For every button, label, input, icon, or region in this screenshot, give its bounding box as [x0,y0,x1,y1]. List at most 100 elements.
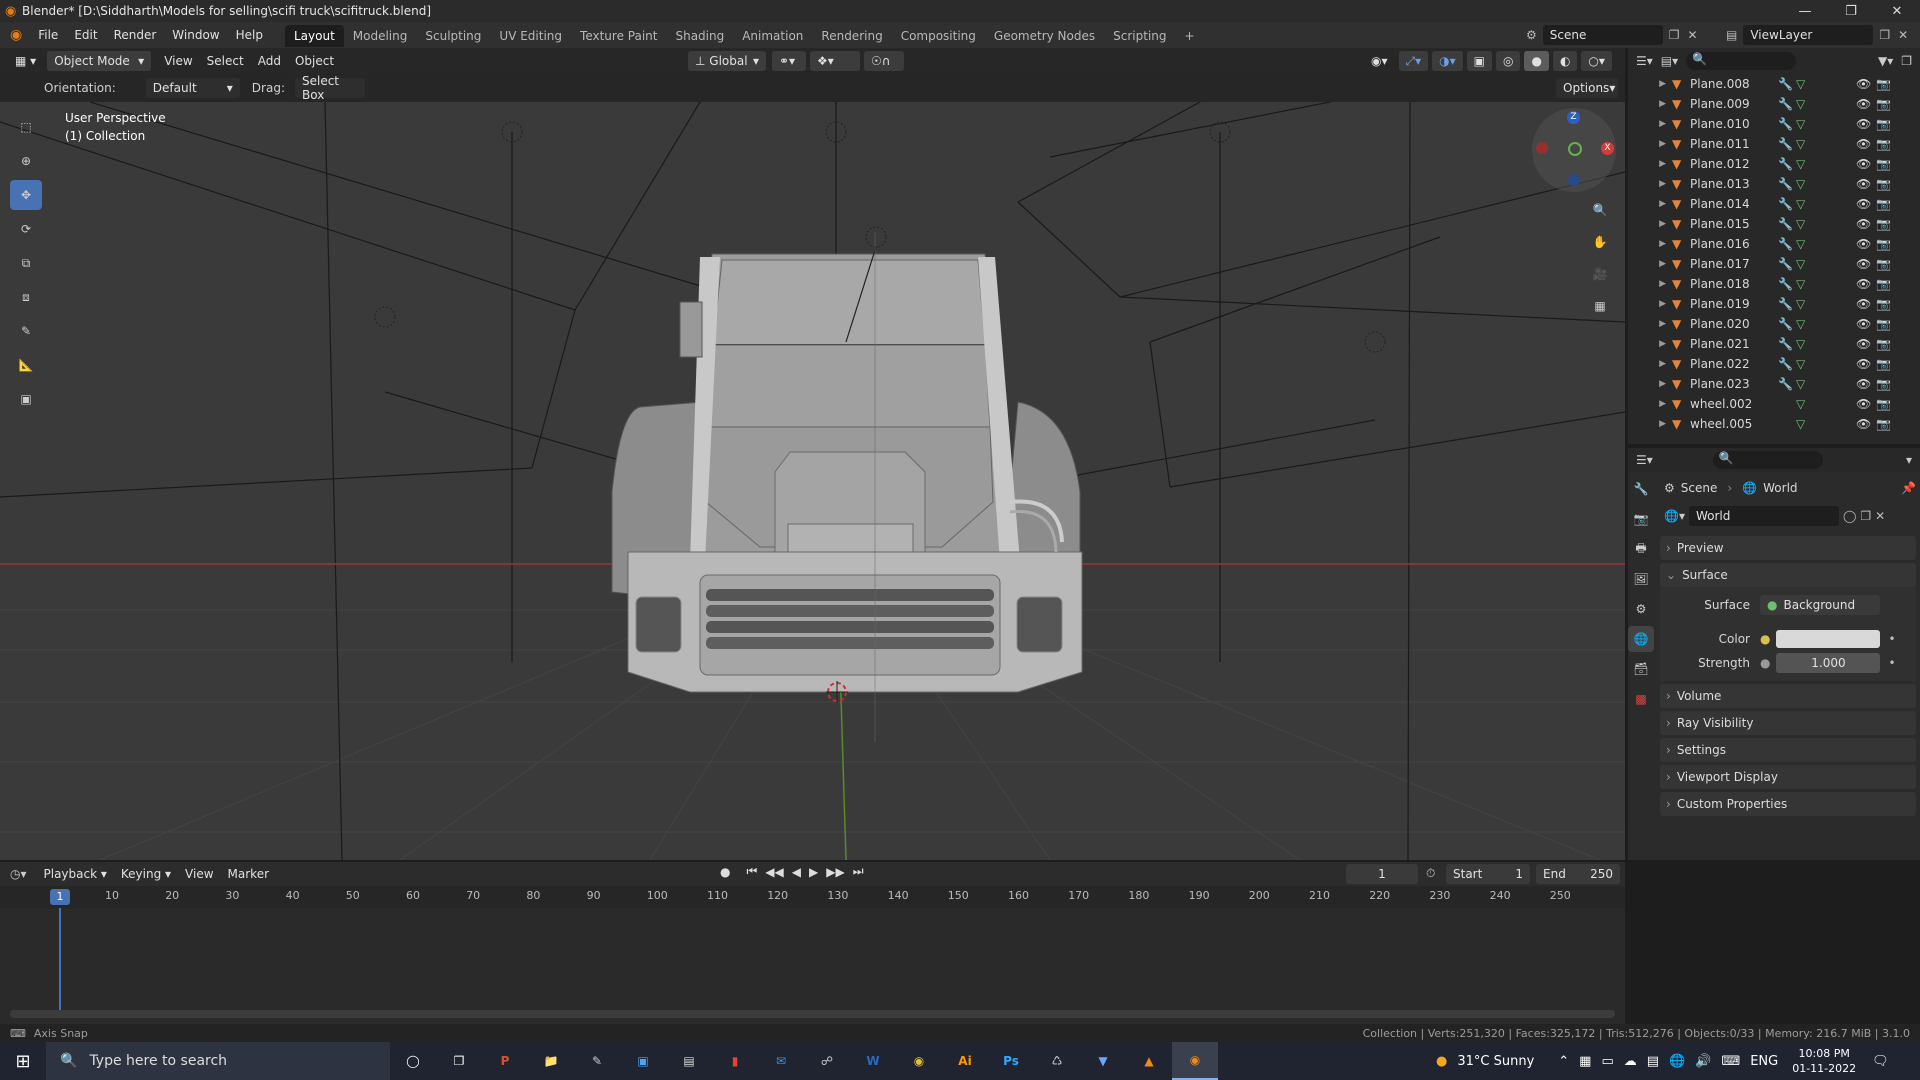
timeline-editor-icon[interactable]: ◷▾ [10,867,27,881]
material-shading-icon[interactable]: ◐ [1552,51,1578,71]
mesh-data-icon[interactable]: ▽ [1796,217,1856,231]
weather-text[interactable]: 31°C Sunny [1457,1054,1534,1069]
clock[interactable]: 10:08 PM 01-11-2022 [1792,1046,1856,1076]
powerpoint-app-icon[interactable]: P [482,1042,528,1080]
tray-cloud-icon[interactable]: ☁ [1624,1054,1637,1069]
snap-icon[interactable]: ❖▾ [810,51,860,71]
menu-object[interactable]: Object [288,54,341,68]
modifier-icon[interactable]: 🔧 [1778,277,1796,291]
photoshop-app-icon[interactable]: Ps [988,1042,1034,1080]
eye-icon[interactable]: 👁 [1856,277,1876,291]
playhead-label[interactable]: 1 [50,889,70,905]
camera-render-icon[interactable]: 📷 [1876,117,1896,131]
menu-render[interactable]: Render [106,22,165,48]
world-tab-icon[interactable]: 🌐 [1628,626,1654,652]
camera-render-icon[interactable]: 📷 [1876,177,1896,191]
truck-model[interactable] [611,253,1083,693]
tab-modeling[interactable]: Modeling [344,25,417,47]
delete-scene-icon[interactable]: ✕ [1688,28,1698,42]
blender-menu-icon[interactable]: ◉ [0,27,30,43]
delete-viewlayer-icon[interactable]: ✕ [1898,28,1908,42]
restore-button[interactable]: ❐ [1828,0,1874,22]
add-cube-tool-icon[interactable]: ▣ [10,384,42,414]
tab-sculpting[interactable]: Sculpting [416,25,490,47]
breadcrumb-world[interactable]: World [1763,481,1797,495]
outliner-item-name[interactable]: Plane.018 [1690,277,1778,291]
ortho-grid-icon[interactable]: ▦ [1586,292,1614,320]
modifier-icon[interactable]: 🔧 [1778,157,1796,171]
modifier-icon[interactable]: 🔧 [1778,257,1796,271]
next-keyframe-icon[interactable]: ▶▶ [826,865,844,879]
transform-tool-icon[interactable]: ⧈ [10,282,42,312]
wireframe-shading-icon[interactable]: ◎ [1495,51,1521,71]
outliner-item-name[interactable]: Plane.009 [1690,97,1778,111]
outliner-item-name[interactable]: Plane.014 [1690,197,1778,211]
expand-arrow-icon[interactable]: ▶ [1628,419,1672,429]
move-tool-icon[interactable]: ✥ [10,180,42,210]
menu-playback[interactable]: Playback ▾ [37,867,114,881]
annotate-tool-icon[interactable]: ✎ [10,316,42,346]
outliner-row[interactable]: ▶ ▼ Plane.017 🔧 ▽ 👁 📷 [1628,254,1920,274]
camera-render-icon[interactable]: 📷 [1876,97,1896,111]
tray-network-icon[interactable]: ▤ [1647,1054,1659,1069]
mail-app-icon[interactable]: ✉ [758,1042,804,1080]
pan-hand-icon[interactable]: ✋ [1586,228,1614,256]
camera-render-icon[interactable]: 📷 [1876,277,1896,291]
keyboard-layout-icon[interactable]: ⌨ [1721,1054,1740,1069]
modifier-icon[interactable]: 🔧 [1778,297,1796,311]
task-view-icon[interactable]: ❐ [436,1042,482,1080]
expand-arrow-icon[interactable]: ▶ [1628,199,1672,209]
eye-icon[interactable]: 👁 [1856,397,1876,411]
eye-icon[interactable]: 👁 [1856,77,1876,91]
outliner-item-name[interactable]: Plane.015 [1690,217,1778,231]
outliner-item-name[interactable]: Plane.023 [1690,377,1778,391]
gizmo-neg-z-axis[interactable] [1568,174,1580,186]
outliner-item-name[interactable]: Plane.022 [1690,357,1778,371]
outliner-item-name[interactable]: Plane.011 [1690,137,1778,151]
strength-field[interactable]: 1.000 [1776,653,1881,673]
calendar-app-icon[interactable]: ▤ [666,1042,712,1080]
modifier-icon[interactable]: 🔧 [1778,337,1796,351]
surface-shader-dropdown[interactable]: ● Background [1760,595,1880,615]
camera-view-icon[interactable]: 🎥 [1586,260,1614,288]
notifications-icon[interactable]: 🗨 [1872,1054,1889,1069]
vector-app-icon[interactable]: ▼ [1080,1042,1126,1080]
viewlayer-selector[interactable]: ▤ ViewLayer ❐ ✕ [1726,25,1908,45]
scene-tab-icon[interactable]: ⚙ [1628,596,1654,622]
mesh-data-icon[interactable]: ▽ [1796,97,1856,111]
texture-tab-icon[interactable]: ▩ [1628,686,1654,712]
eye-icon[interactable]: 👁 [1856,317,1876,331]
cortana-icon[interactable]: ◯ [390,1042,436,1080]
tab-compositing[interactable]: Compositing [892,25,985,47]
strength-socket-icon[interactable]: ● [1760,656,1770,670]
duplicate-world-icon[interactable]: ❐ [1860,509,1871,523]
outliner-row[interactable]: ▶ ▼ Plane.009 🔧 ▽ 👁 📷 [1628,94,1920,114]
end-frame-field[interactable]: End 250 [1536,864,1620,884]
outliner-row[interactable]: ▶ ▼ Plane.010 🔧 ▽ 👁 📷 [1628,114,1920,134]
mesh-data-icon[interactable]: ▽ [1796,417,1856,431]
panel-viewport-display[interactable]: › Viewport Display [1660,765,1916,789]
outliner-item-name[interactable]: Plane.013 [1690,177,1778,191]
color-swatch[interactable] [1776,630,1881,648]
jump-start-icon[interactable]: ⏮ [746,864,757,879]
cursor-tool-icon[interactable]: ⊕ [10,146,42,176]
mesh-data-icon[interactable]: ▽ [1796,117,1856,131]
record-icon[interactable]: ● [720,865,730,879]
camera-render-icon[interactable]: 📷 [1876,197,1896,211]
world-browse-icon[interactable]: 🌐▾ [1660,509,1685,523]
menu-window[interactable]: Window [164,22,227,48]
new-scene-icon[interactable]: ❐ [1669,28,1680,42]
panel-custom-properties[interactable]: › Custom Properties [1660,792,1916,816]
add-workspace-button[interactable]: + [1176,25,1204,47]
render-tab-icon[interactable]: 📷 [1628,506,1654,532]
new-collection-icon[interactable]: ❐ [1901,54,1912,68]
modifier-icon[interactable]: 🔧 [1778,77,1796,91]
breadcrumb-scene[interactable]: Scene [1681,481,1718,495]
mesh-data-icon[interactable]: ▽ [1796,277,1856,291]
tab-animation[interactable]: Animation [733,25,812,47]
mesh-data-icon[interactable]: ▽ [1796,257,1856,271]
panel-settings[interactable]: › Settings [1660,738,1916,762]
expand-arrow-icon[interactable]: ▶ [1628,179,1672,189]
chrome-app-icon[interactable]: ◉ [896,1042,942,1080]
tray-monitor-icon[interactable]: ▭ [1601,1054,1613,1069]
